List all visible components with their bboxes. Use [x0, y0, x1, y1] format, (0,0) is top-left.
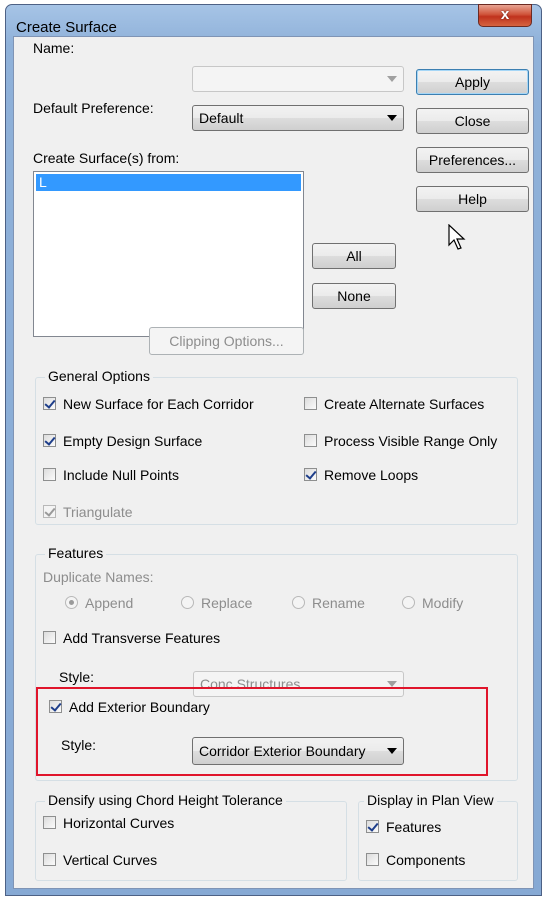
clipping-options-button[interactable]: Clipping Options... [149, 327, 304, 355]
append-label: Append [85, 595, 134, 611]
add-transverse-check-icon [43, 631, 56, 644]
features-title: Features [45, 545, 107, 561]
triangulate-check-icon [43, 505, 56, 518]
remove-loops-label: Remove Loops [324, 467, 419, 483]
window-close-button[interactable]: x [478, 4, 532, 27]
horizontal-curves-label: Horizontal Curves [63, 815, 175, 831]
create-from-label: Create Surface(s) from: [33, 150, 180, 166]
create-surface-dialog: Create Surface x Name: Default Preferenc… [5, 4, 542, 896]
dialog-title: Create Surface [16, 19, 117, 36]
rename-label: Rename [312, 595, 365, 611]
name-label: Name: [33, 40, 75, 56]
features-display-label: Features [386, 819, 442, 835]
name-combo[interactable] [192, 66, 404, 92]
triangulate-label: Triangulate [63, 504, 133, 520]
new-surface-label: New Surface for Each Corridor [63, 396, 254, 412]
default-preference-arrow-icon [387, 115, 397, 121]
default-preference-combo[interactable]: Default [192, 105, 404, 131]
default-preference-label: Default Preference: [33, 100, 154, 116]
new-surface-check-icon [43, 397, 56, 410]
dialog-client-area: Name: Default Preference: Default Create… [13, 36, 534, 889]
display-plan-view-title: Display in Plan View [364, 792, 497, 808]
close-button[interactable]: Close [416, 108, 529, 134]
duplicate-names-label: Duplicate Names: [43, 569, 154, 585]
create-from-listbox[interactable]: L [33, 171, 304, 337]
include-null-label: Include Null Points [63, 467, 179, 483]
none-button[interactable]: None [312, 283, 396, 309]
process-visible-check-icon [304, 434, 317, 447]
vertical-curves-label: Vertical Curves [63, 852, 158, 868]
features-display-check-icon [366, 820, 379, 833]
densify-group [35, 801, 347, 881]
red-highlight-box [36, 687, 488, 776]
add-transverse-label: Add Transverse Features [63, 630, 221, 646]
densify-title: Densify using Chord Height Tolerance [45, 792, 286, 808]
remove-loops-check-icon [304, 468, 317, 481]
horizontal-curves-check-icon [43, 816, 56, 829]
components-display-label: Components [386, 852, 466, 868]
empty-design-check-icon [43, 434, 56, 447]
include-null-check-icon [43, 468, 56, 481]
empty-design-label: Empty Design Surface [63, 433, 203, 449]
default-preference-value: Default [199, 110, 244, 126]
modify-radio-icon [402, 596, 415, 609]
display-plan-view-group [358, 801, 518, 881]
help-button[interactable]: Help [416, 186, 529, 212]
vertical-curves-check-icon [43, 853, 56, 866]
create-alternate-label: Create Alternate Surfaces [324, 396, 485, 412]
apply-button[interactable]: Apply [416, 69, 529, 95]
create-alternate-check-icon [304, 397, 317, 410]
style-label-transverse: Style: [59, 669, 95, 685]
components-display-check-icon [366, 853, 379, 866]
preferences-button[interactable]: Preferences... [416, 147, 529, 173]
modify-label: Modify [422, 595, 464, 611]
rename-radio-icon [292, 596, 305, 609]
all-button[interactable]: All [312, 243, 396, 269]
mouse-pointer-icon [448, 224, 466, 250]
name-combo-arrow-icon [387, 76, 397, 82]
append-radio-icon [65, 596, 78, 609]
general-options-title: General Options [45, 368, 153, 384]
list-item[interactable]: L [36, 174, 301, 191]
replace-radio-icon [181, 596, 194, 609]
process-visible-label: Process Visible Range Only [324, 433, 498, 449]
replace-label: Replace [201, 595, 253, 611]
